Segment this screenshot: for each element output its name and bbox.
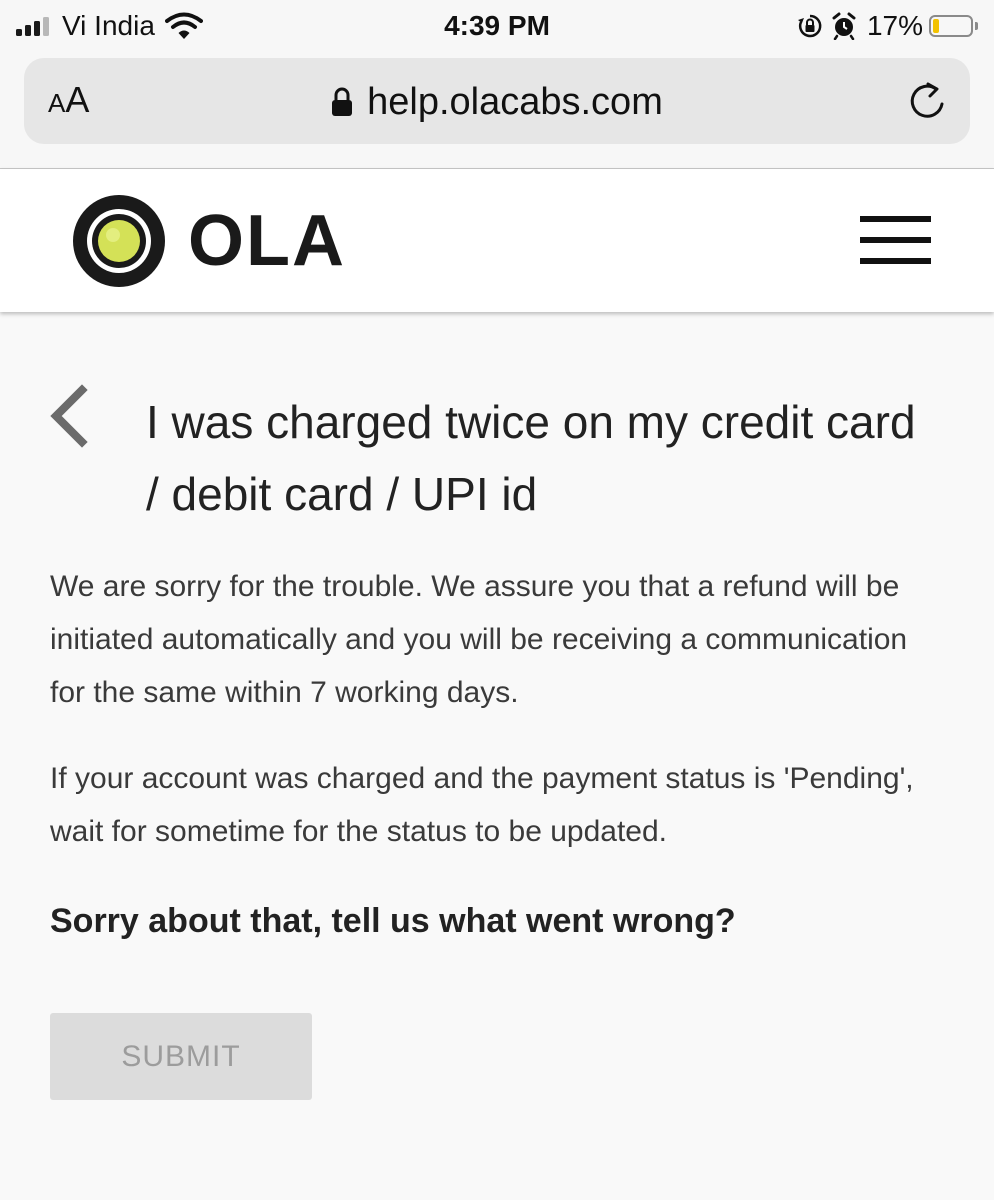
- lock-icon: [331, 87, 353, 117]
- submit-button[interactable]: SUBMIT: [50, 1013, 312, 1100]
- logo-wordmark: OLA: [188, 201, 346, 281]
- page-title: I was charged twice on my credit card / …: [146, 396, 916, 520]
- refund-paragraph: We are sorry for the trouble. We assure …: [50, 570, 908, 709]
- orientation-lock-icon: [797, 13, 823, 39]
- alarm-icon: [831, 12, 857, 40]
- url-text: help.olacabs.com: [367, 81, 663, 123]
- status-right: 17%: [789, 8, 978, 44]
- back-chevron-icon[interactable]: [44, 384, 92, 448]
- status-bar: Vi India 4:39 PM 17%: [0, 0, 994, 52]
- ola-logo[interactable]: OLA: [72, 194, 346, 288]
- battery-icon: [929, 15, 973, 37]
- feedback-question: Sorry about that, tell us what went wron…: [50, 902, 736, 940]
- browser-chrome: AA help.olacabs.com: [0, 52, 994, 169]
- ola-logo-icon: [72, 194, 166, 288]
- battery-level: [933, 19, 939, 33]
- address-bar[interactable]: AA help.olacabs.com: [24, 58, 970, 144]
- reload-icon[interactable]: [906, 80, 950, 124]
- hamburger-menu-icon[interactable]: [860, 216, 932, 264]
- battery-tip: [975, 22, 978, 30]
- url-field[interactable]: help.olacabs.com: [24, 80, 970, 135]
- site-header: OLA: [0, 169, 994, 312]
- battery-percent: 17%: [866, 10, 923, 41]
- pending-paragraph: If your account was charged and the paym…: [50, 762, 914, 848]
